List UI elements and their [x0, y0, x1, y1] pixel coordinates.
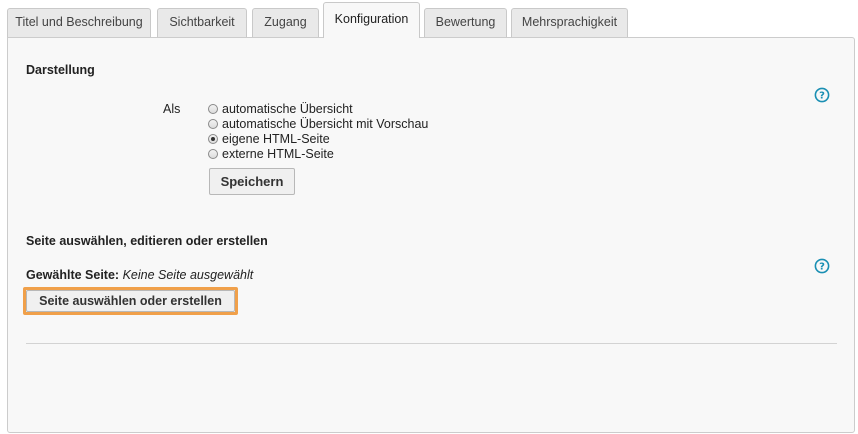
- radio-auto-overview-preview[interactable]: [208, 118, 218, 129]
- help-circle-icon[interactable]: ?: [814, 258, 830, 274]
- option-label: externe HTML-Seite: [222, 146, 334, 161]
- configuration-panel: Darstellung ? Als automatische Übersicht…: [7, 37, 855, 433]
- selected-page-value: Keine Seite ausgewählt: [122, 268, 254, 282]
- help-circle-icon[interactable]: ?: [814, 87, 830, 103]
- selected-page-label: Gewählte Seite:: [26, 268, 120, 282]
- option-auto-overview[interactable]: automatische Übersicht: [208, 101, 353, 116]
- svg-text:?: ?: [819, 262, 825, 273]
- svg-text:?: ?: [819, 91, 825, 102]
- tab-bar: Titel und Beschreibung Sichtbarkeit Zuga…: [7, 0, 857, 38]
- radio-auto-overview[interactable]: [208, 103, 218, 114]
- option-external-html-page[interactable]: externe HTML-Seite: [208, 146, 334, 161]
- section-divider: [26, 343, 837, 344]
- tab-configuration[interactable]: Konfiguration: [323, 2, 420, 38]
- display-section-title: Darstellung: [26, 63, 95, 77]
- display-as-label: Als: [163, 102, 181, 116]
- page-section-title: Seite auswählen, editieren oder erstelle…: [26, 234, 268, 248]
- radio-external-html-page[interactable]: [208, 148, 218, 159]
- option-own-html-page[interactable]: eigene HTML-Seite: [208, 131, 330, 146]
- tab-visibility[interactable]: Sichtbarkeit: [157, 8, 247, 37]
- tab-title-description[interactable]: Titel und Beschreibung: [7, 8, 151, 37]
- option-label: automatische Übersicht: [222, 101, 353, 116]
- save-button[interactable]: Speichern: [209, 168, 295, 195]
- option-auto-overview-preview[interactable]: automatische Übersicht mit Vorschau: [208, 116, 428, 131]
- option-label: automatische Übersicht mit Vorschau: [222, 116, 429, 131]
- tab-access[interactable]: Zugang: [252, 8, 319, 37]
- radio-own-html-page[interactable]: [208, 133, 218, 144]
- tab-multilingual[interactable]: Mehrsprachigkeit: [511, 8, 628, 37]
- option-label: eigene HTML-Seite: [222, 131, 330, 146]
- tab-rating[interactable]: Bewertung: [424, 8, 507, 37]
- select-or-create-page-button[interactable]: Seite auswählen oder erstellen: [26, 290, 235, 312]
- selected-page-line: Gewählte Seite: Keine Seite ausgewählt: [26, 268, 253, 282]
